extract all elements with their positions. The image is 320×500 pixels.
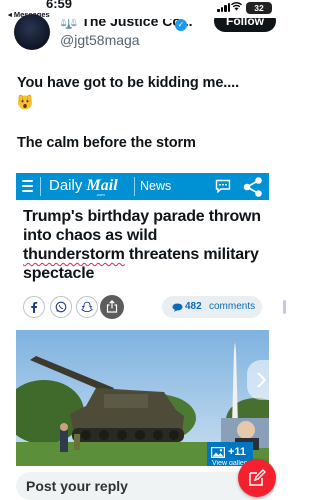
section-label-news[interactable]: News bbox=[140, 179, 171, 193]
header-divider bbox=[40, 177, 41, 196]
wifi-icon bbox=[231, 2, 242, 11]
comments-button[interactable]: 482 comments bbox=[162, 296, 262, 318]
tweet-text-line-2: The calm before the storm bbox=[17, 135, 196, 151]
battery-indicator: 32 bbox=[246, 2, 272, 14]
whatsapp-share-button[interactable] bbox=[50, 296, 72, 318]
user-handle[interactable]: @jgt58maga bbox=[60, 32, 140, 48]
dailymail-header-bar[interactable]: Daily Mail .com News bbox=[16, 173, 269, 200]
signal-icon bbox=[217, 3, 230, 12]
article-headline[interactable]: Trump's birthday parade thrown into chao… bbox=[23, 207, 263, 283]
compose-post-button[interactable] bbox=[238, 459, 276, 497]
snapchat-share-button[interactable] bbox=[76, 296, 98, 318]
compose-icon bbox=[249, 469, 266, 486]
astonished-face-icon bbox=[18, 94, 32, 110]
scroll-indicator[interactable] bbox=[283, 300, 286, 314]
chevron-right-icon bbox=[257, 372, 267, 388]
comments-count: 482 bbox=[185, 301, 202, 312]
gallery-count: +11 bbox=[228, 446, 247, 458]
reply-placeholder: Post your reply bbox=[26, 478, 128, 494]
reply-input[interactable]: Post your reply bbox=[16, 472, 274, 500]
verified-badge-icon: ✓ bbox=[175, 19, 187, 31]
snapchat-icon bbox=[81, 301, 93, 313]
avatar[interactable] bbox=[14, 14, 50, 50]
header-divider-2 bbox=[134, 177, 135, 196]
gallery-next-button[interactable] bbox=[247, 360, 275, 400]
hamburger-menu-icon[interactable] bbox=[22, 180, 33, 192]
comment-bubble-icon[interactable] bbox=[215, 179, 231, 193]
tweet-text-line-1: You have got to be kidding me.... bbox=[17, 75, 240, 91]
share-network-icon[interactable] bbox=[242, 176, 264, 198]
share-more-button[interactable] bbox=[100, 295, 124, 319]
dailymail-logo-domain: .com bbox=[96, 192, 105, 197]
comments-label: comments bbox=[209, 301, 256, 312]
share-more-icon bbox=[106, 300, 118, 313]
speech-bubble-icon bbox=[172, 303, 183, 312]
headline-spellcheck-word: thunderstorm bbox=[23, 246, 125, 263]
facebook-share-button[interactable] bbox=[23, 296, 45, 318]
image-gallery-icon bbox=[211, 447, 225, 458]
whatsapp-icon bbox=[55, 301, 67, 313]
facebook-icon bbox=[31, 302, 38, 313]
dailymail-logo: Daily Mail bbox=[49, 177, 118, 194]
